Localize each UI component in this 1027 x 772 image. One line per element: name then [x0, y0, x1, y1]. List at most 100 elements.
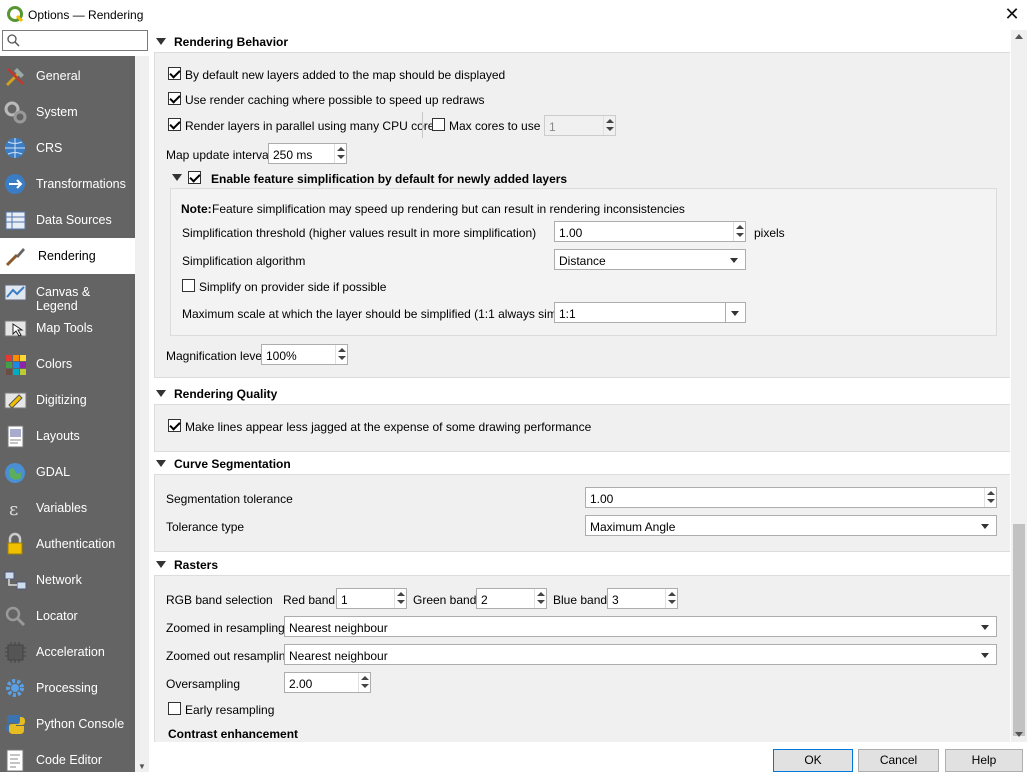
- ok-button[interactable]: OK: [773, 749, 853, 772]
- sidebar-item-data-sources[interactable]: Data Sources: [0, 202, 135, 238]
- chevron-down-icon: [981, 524, 989, 529]
- blue-band-label: Blue band: [553, 593, 608, 607]
- spin-arrows-icon[interactable]: [334, 144, 346, 163]
- magnification-label: Magnification level: [166, 349, 265, 363]
- segmentation-tolerance-label: Segmentation tolerance: [166, 492, 293, 506]
- scroll-down-icon[interactable]: [1015, 732, 1023, 737]
- sidebar-item-code-editor[interactable]: Code Editor: [0, 742, 135, 772]
- spin-arrows-icon[interactable]: [335, 345, 347, 364]
- provider-side-checkbox[interactable]: [182, 279, 195, 292]
- gear-icon: [6, 679, 24, 697]
- simplification-threshold-spinbox[interactable]: 1.00: [554, 221, 746, 242]
- scroll-up-icon[interactable]: [1015, 34, 1023, 39]
- collapse-icon[interactable]: [156, 390, 166, 397]
- max-cores-spinbox[interactable]: 1: [544, 115, 616, 136]
- sidebar-item-colors[interactable]: Colors: [0, 346, 135, 382]
- curve-segmentation-group: [154, 474, 1010, 552]
- red-band-spinbox[interactable]: 1: [336, 588, 407, 609]
- magnification-spinbox[interactable]: 100%: [261, 344, 348, 365]
- render-caching-checkbox[interactable]: [168, 92, 181, 105]
- sidebar-item-canvas-legend[interactable]: Canvas & Legend: [0, 274, 135, 313]
- sidebar-item-system[interactable]: System: [0, 94, 135, 130]
- spin-arrows-icon[interactable]: [394, 589, 406, 608]
- scrollbar-thumb[interactable]: [1013, 524, 1025, 736]
- sidebar-item-general[interactable]: General: [0, 58, 135, 94]
- rendering-icon: [5, 248, 25, 267]
- green-band-label: Green band: [413, 593, 477, 607]
- collapse-icon[interactable]: [156, 460, 166, 467]
- sidebar-item-layouts[interactable]: Layouts: [0, 418, 135, 454]
- parallel-render-checkbox[interactable]: [168, 118, 181, 131]
- tolerance-type-select[interactable]: Maximum Angle: [585, 515, 997, 536]
- zoomed-out-resampling-select[interactable]: Nearest neighbour: [284, 644, 997, 665]
- tolerance-type-label: Tolerance type: [166, 520, 245, 534]
- window-title: Options — Rendering: [28, 8, 144, 22]
- map-tools-icon: [4, 320, 27, 337]
- new-layers-displayed-checkbox[interactable]: [168, 67, 181, 80]
- acceleration-icon: [5, 642, 26, 663]
- sidebar-item-python-console[interactable]: Python Console: [0, 706, 135, 742]
- crs-icon: [5, 138, 25, 158]
- sidebar-item-network[interactable]: Network: [0, 562, 135, 598]
- sidebar-item-locator[interactable]: Locator: [0, 598, 135, 634]
- variables-icon: ε: [9, 499, 18, 520]
- sidebar-item-acceleration[interactable]: Acceleration: [0, 634, 135, 670]
- cancel-button[interactable]: Cancel: [858, 749, 939, 772]
- transformations-icon: [5, 174, 25, 194]
- section-curve-segmentation[interactable]: Curve Segmentation: [152, 457, 1002, 473]
- section-rendering-behavior[interactable]: Rendering Behavior: [152, 35, 1002, 51]
- spin-arrows-icon[interactable]: [665, 589, 677, 608]
- red-band-label: Red band: [283, 593, 336, 607]
- spin-arrows-icon[interactable]: [733, 222, 745, 241]
- max-cores-checkbox[interactable]: [432, 118, 445, 131]
- new-layers-displayed-label: By default new layers added to the map s…: [185, 68, 506, 82]
- map-update-interval-spinbox[interactable]: 250 ms: [268, 143, 347, 164]
- sidebar-item-processing[interactable]: Processing: [0, 670, 135, 706]
- zoomed-in-resampling-select[interactable]: Nearest neighbour: [284, 616, 997, 637]
- enable-simplification-checkbox[interactable]: [188, 171, 201, 184]
- lock-icon: [7, 532, 23, 555]
- spin-arrows-icon[interactable]: [358, 673, 370, 692]
- provider-side-label: Simplify on provider side if possible: [199, 280, 387, 294]
- sidebar-item-rendering[interactable]: Rendering: [0, 238, 135, 274]
- svg-text:ε: ε: [9, 499, 18, 520]
- content-scrollbar[interactable]: [1011, 30, 1027, 742]
- sidebar-scrollbar[interactable]: ▼: [135, 56, 149, 772]
- max-scale-combobox[interactable]: 1:1: [554, 302, 746, 323]
- qgis-logo-icon: [7, 6, 24, 23]
- close-icon[interactable]: ✕: [1000, 4, 1024, 26]
- oversampling-spinbox[interactable]: 2.00: [284, 672, 371, 693]
- antialias-checkbox[interactable]: [168, 419, 181, 432]
- spin-arrows-icon[interactable]: [603, 116, 615, 135]
- colors-icon: [6, 355, 26, 375]
- blue-band-spinbox[interactable]: 3: [607, 588, 678, 609]
- section-rendering-quality[interactable]: Rendering Quality: [152, 387, 1002, 403]
- segmentation-tolerance-spinbox[interactable]: 1.00: [585, 487, 997, 508]
- scroll-down-icon[interactable]: ▼: [138, 762, 146, 771]
- search-input[interactable]: [2, 30, 148, 51]
- sidebar-item-map-tools[interactable]: Map Tools: [0, 310, 135, 346]
- green-band-spinbox[interactable]: 2: [476, 588, 547, 609]
- spin-arrows-icon[interactable]: [534, 589, 546, 608]
- sidebar-item-transformations[interactable]: Transformations: [0, 166, 135, 202]
- chevron-down-icon[interactable]: [731, 311, 739, 316]
- sidebar-item-authentication[interactable]: Authentication: [0, 526, 135, 562]
- render-caching-label: Use render caching where possible to spe…: [185, 93, 485, 107]
- collapse-icon[interactable]: [156, 561, 166, 568]
- section-rasters[interactable]: Rasters: [152, 558, 1002, 574]
- sidebar-item-variables[interactable]: ε Variables: [0, 490, 135, 526]
- simplification-algorithm-label: Simplification algorithm: [182, 254, 306, 268]
- sidebar-item-digitizing[interactable]: Digitizing: [0, 382, 135, 418]
- help-button[interactable]: Help: [945, 749, 1023, 772]
- early-resampling-checkbox[interactable]: [168, 702, 181, 715]
- collapse-icon[interactable]: [156, 38, 166, 45]
- sidebar-item-gdal[interactable]: GDAL: [0, 454, 135, 490]
- threshold-unit-label: pixels: [754, 226, 785, 240]
- zoomed-out-resampling-label: Zoomed out resampling: [166, 649, 293, 663]
- collapse-icon[interactable]: [172, 174, 182, 181]
- spin-arrows-icon[interactable]: [984, 488, 996, 507]
- simplification-algorithm-select[interactable]: Distance: [554, 249, 746, 270]
- sidebar-item-crs[interactable]: CRS: [0, 130, 135, 166]
- rgb-band-selection-label: RGB band selection: [166, 593, 273, 607]
- chevron-down-icon: [730, 258, 738, 263]
